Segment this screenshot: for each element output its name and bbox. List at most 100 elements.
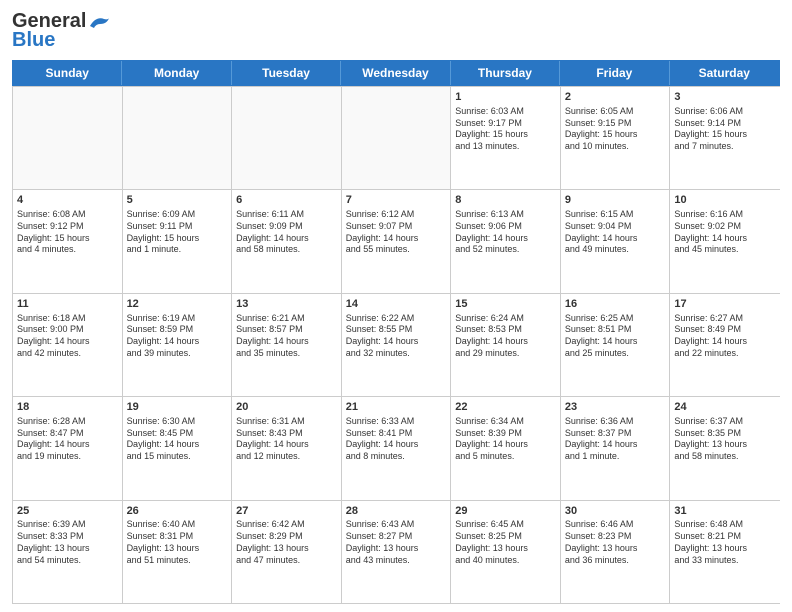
week-row-4: 18Sunrise: 6:28 AM Sunset: 8:47 PM Dayli…	[13, 396, 780, 499]
day-info: Sunrise: 6:39 AM Sunset: 8:33 PM Dayligh…	[17, 519, 118, 566]
empty-cell	[13, 87, 123, 189]
day-info: Sunrise: 6:16 AM Sunset: 9:02 PM Dayligh…	[674, 209, 776, 256]
day-number: 26	[127, 504, 228, 519]
day-cell-31: 31Sunrise: 6:48 AM Sunset: 8:21 PM Dayli…	[670, 501, 780, 603]
day-cell-3: 3Sunrise: 6:06 AM Sunset: 9:14 PM Daylig…	[670, 87, 780, 189]
week-row-5: 25Sunrise: 6:39 AM Sunset: 8:33 PM Dayli…	[13, 500, 780, 603]
day-number: 15	[455, 297, 556, 312]
day-number: 16	[565, 297, 666, 312]
day-info: Sunrise: 6:37 AM Sunset: 8:35 PM Dayligh…	[674, 416, 776, 463]
day-cell-19: 19Sunrise: 6:30 AM Sunset: 8:45 PM Dayli…	[123, 397, 233, 499]
day-info: Sunrise: 6:13 AM Sunset: 9:06 PM Dayligh…	[455, 209, 556, 256]
day-number: 11	[17, 297, 118, 312]
day-number: 10	[674, 193, 776, 208]
day-cell-26: 26Sunrise: 6:40 AM Sunset: 8:31 PM Dayli…	[123, 501, 233, 603]
day-info: Sunrise: 6:30 AM Sunset: 8:45 PM Dayligh…	[127, 416, 228, 463]
weekday-header-friday: Friday	[560, 61, 669, 85]
day-info: Sunrise: 6:43 AM Sunset: 8:27 PM Dayligh…	[346, 519, 447, 566]
day-info: Sunrise: 6:22 AM Sunset: 8:55 PM Dayligh…	[346, 313, 447, 360]
page-container: General Blue SundayMondayTuesdayWednesda…	[0, 0, 792, 612]
week-row-3: 11Sunrise: 6:18 AM Sunset: 9:00 PM Dayli…	[13, 293, 780, 396]
logo: General Blue	[12, 10, 110, 52]
day-cell-15: 15Sunrise: 6:24 AM Sunset: 8:53 PM Dayli…	[451, 294, 561, 396]
day-number: 24	[674, 400, 776, 415]
day-number: 22	[455, 400, 556, 415]
day-number: 13	[236, 297, 337, 312]
day-number: 5	[127, 193, 228, 208]
day-number: 29	[455, 504, 556, 519]
day-cell-21: 21Sunrise: 6:33 AM Sunset: 8:41 PM Dayli…	[342, 397, 452, 499]
day-cell-4: 4Sunrise: 6:08 AM Sunset: 9:12 PM Daylig…	[13, 190, 123, 292]
day-number: 28	[346, 504, 447, 519]
day-cell-22: 22Sunrise: 6:34 AM Sunset: 8:39 PM Dayli…	[451, 397, 561, 499]
weekday-header-monday: Monday	[122, 61, 231, 85]
day-number: 14	[346, 297, 447, 312]
day-cell-8: 8Sunrise: 6:13 AM Sunset: 9:06 PM Daylig…	[451, 190, 561, 292]
day-info: Sunrise: 6:09 AM Sunset: 9:11 PM Dayligh…	[127, 209, 228, 256]
day-cell-5: 5Sunrise: 6:09 AM Sunset: 9:11 PM Daylig…	[123, 190, 233, 292]
day-info: Sunrise: 6:03 AM Sunset: 9:17 PM Dayligh…	[455, 106, 556, 153]
day-cell-1: 1Sunrise: 6:03 AM Sunset: 9:17 PM Daylig…	[451, 87, 561, 189]
day-info: Sunrise: 6:27 AM Sunset: 8:49 PM Dayligh…	[674, 313, 776, 360]
header: General Blue	[12, 10, 780, 52]
day-cell-13: 13Sunrise: 6:21 AM Sunset: 8:57 PM Dayli…	[232, 294, 342, 396]
day-info: Sunrise: 6:19 AM Sunset: 8:59 PM Dayligh…	[127, 313, 228, 360]
day-cell-16: 16Sunrise: 6:25 AM Sunset: 8:51 PM Dayli…	[561, 294, 671, 396]
day-cell-23: 23Sunrise: 6:36 AM Sunset: 8:37 PM Dayli…	[561, 397, 671, 499]
day-number: 23	[565, 400, 666, 415]
day-info: Sunrise: 6:34 AM Sunset: 8:39 PM Dayligh…	[455, 416, 556, 463]
day-cell-6: 6Sunrise: 6:11 AM Sunset: 9:09 PM Daylig…	[232, 190, 342, 292]
day-cell-10: 10Sunrise: 6:16 AM Sunset: 9:02 PM Dayli…	[670, 190, 780, 292]
week-row-2: 4Sunrise: 6:08 AM Sunset: 9:12 PM Daylig…	[13, 189, 780, 292]
day-cell-7: 7Sunrise: 6:12 AM Sunset: 9:07 PM Daylig…	[342, 190, 452, 292]
day-info: Sunrise: 6:12 AM Sunset: 9:07 PM Dayligh…	[346, 209, 447, 256]
calendar-header: SundayMondayTuesdayWednesdayThursdayFrid…	[12, 60, 780, 86]
day-cell-28: 28Sunrise: 6:43 AM Sunset: 8:27 PM Dayli…	[342, 501, 452, 603]
day-info: Sunrise: 6:42 AM Sunset: 8:29 PM Dayligh…	[236, 519, 337, 566]
weekday-header-sunday: Sunday	[13, 61, 122, 85]
logo-bird-icon	[88, 14, 110, 30]
day-info: Sunrise: 6:36 AM Sunset: 8:37 PM Dayligh…	[565, 416, 666, 463]
day-number: 30	[565, 504, 666, 519]
day-number: 21	[346, 400, 447, 415]
day-cell-14: 14Sunrise: 6:22 AM Sunset: 8:55 PM Dayli…	[342, 294, 452, 396]
day-info: Sunrise: 6:15 AM Sunset: 9:04 PM Dayligh…	[565, 209, 666, 256]
empty-cell	[232, 87, 342, 189]
day-info: Sunrise: 6:46 AM Sunset: 8:23 PM Dayligh…	[565, 519, 666, 566]
day-number: 9	[565, 193, 666, 208]
day-number: 7	[346, 193, 447, 208]
day-number: 31	[674, 504, 776, 519]
day-info: Sunrise: 6:28 AM Sunset: 8:47 PM Dayligh…	[17, 416, 118, 463]
day-info: Sunrise: 6:33 AM Sunset: 8:41 PM Dayligh…	[346, 416, 447, 463]
logo-blue: Blue	[12, 29, 55, 52]
day-info: Sunrise: 6:40 AM Sunset: 8:31 PM Dayligh…	[127, 519, 228, 566]
weekday-header-tuesday: Tuesday	[232, 61, 341, 85]
day-info: Sunrise: 6:25 AM Sunset: 8:51 PM Dayligh…	[565, 313, 666, 360]
day-cell-11: 11Sunrise: 6:18 AM Sunset: 9:00 PM Dayli…	[13, 294, 123, 396]
day-info: Sunrise: 6:18 AM Sunset: 9:00 PM Dayligh…	[17, 313, 118, 360]
day-cell-2: 2Sunrise: 6:05 AM Sunset: 9:15 PM Daylig…	[561, 87, 671, 189]
day-number: 2	[565, 90, 666, 105]
calendar-body: 1Sunrise: 6:03 AM Sunset: 9:17 PM Daylig…	[12, 86, 780, 604]
week-row-1: 1Sunrise: 6:03 AM Sunset: 9:17 PM Daylig…	[13, 86, 780, 189]
day-number: 27	[236, 504, 337, 519]
day-info: Sunrise: 6:31 AM Sunset: 8:43 PM Dayligh…	[236, 416, 337, 463]
day-cell-29: 29Sunrise: 6:45 AM Sunset: 8:25 PM Dayli…	[451, 501, 561, 603]
day-cell-20: 20Sunrise: 6:31 AM Sunset: 8:43 PM Dayli…	[232, 397, 342, 499]
day-number: 6	[236, 193, 337, 208]
day-number: 17	[674, 297, 776, 312]
weekday-header-wednesday: Wednesday	[341, 61, 450, 85]
day-cell-17: 17Sunrise: 6:27 AM Sunset: 8:49 PM Dayli…	[670, 294, 780, 396]
day-info: Sunrise: 6:08 AM Sunset: 9:12 PM Dayligh…	[17, 209, 118, 256]
empty-cell	[123, 87, 233, 189]
day-info: Sunrise: 6:21 AM Sunset: 8:57 PM Dayligh…	[236, 313, 337, 360]
day-info: Sunrise: 6:06 AM Sunset: 9:14 PM Dayligh…	[674, 106, 776, 153]
day-info: Sunrise: 6:05 AM Sunset: 9:15 PM Dayligh…	[565, 106, 666, 153]
day-cell-30: 30Sunrise: 6:46 AM Sunset: 8:23 PM Dayli…	[561, 501, 671, 603]
day-info: Sunrise: 6:48 AM Sunset: 8:21 PM Dayligh…	[674, 519, 776, 566]
day-number: 20	[236, 400, 337, 415]
day-number: 4	[17, 193, 118, 208]
weekday-header-thursday: Thursday	[451, 61, 560, 85]
day-number: 8	[455, 193, 556, 208]
day-number: 18	[17, 400, 118, 415]
